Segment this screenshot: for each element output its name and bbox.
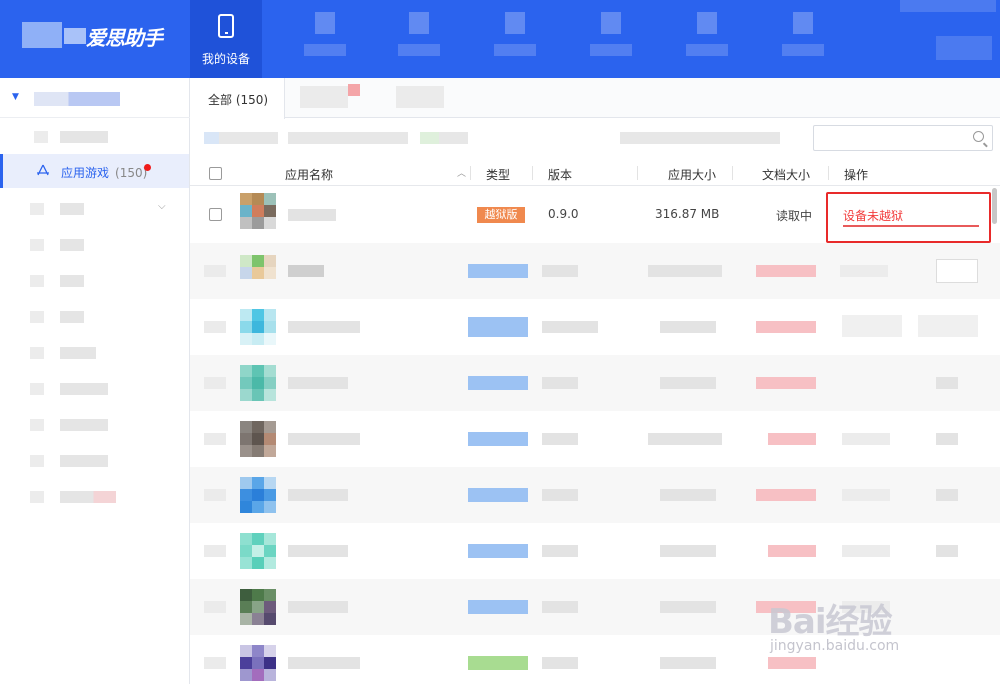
sidebar-item-blurred[interactable] <box>0 264 189 298</box>
column-version[interactable]: 版本 <box>548 166 572 183</box>
app-icon <box>240 585 276 629</box>
app-name-blurred <box>288 209 336 221</box>
nav-item-blurred[interactable] <box>398 12 440 60</box>
app-icon <box>240 193 276 237</box>
window-controls[interactable] <box>900 0 996 12</box>
app-logo: 爱思助手 <box>22 14 172 54</box>
sidebar-item-blurred[interactable] <box>0 408 189 442</box>
toolbar-button-blurred[interactable] <box>288 132 408 144</box>
app-icon <box>240 249 276 293</box>
notification-dot <box>144 164 151 171</box>
sidebar-item-blurred[interactable] <box>0 444 189 478</box>
device-name-blurred <box>34 92 120 106</box>
nav-item-blurred[interactable] <box>590 12 632 60</box>
toolbar <box>190 118 1000 160</box>
nav-item-blurred[interactable] <box>686 12 728 60</box>
app-size-cell: 316.87 MB <box>655 207 720 221</box>
sidebar-item-blurred[interactable] <box>0 336 189 370</box>
watermark-url: jingyan.baidu.com <box>770 638 900 654</box>
sidebar-item-blurred[interactable] <box>0 480 189 514</box>
toolbar-info-blurred <box>620 132 780 144</box>
sidebar-item-blurred[interactable] <box>0 228 189 262</box>
nav-item-blurred[interactable] <box>494 12 536 60</box>
app-icon <box>240 417 276 461</box>
logo-text: 爱思助手 <box>86 26 163 50</box>
toolbar-button-blurred[interactable] <box>420 132 468 144</box>
tab-badge <box>348 84 360 96</box>
app-icon <box>240 641 276 684</box>
top-bar: 爱思助手 我的设备 <box>0 0 1000 78</box>
search-icon[interactable] <box>973 131 984 142</box>
doc-size-cell: 读取中 <box>776 209 813 223</box>
sidebar-item-blurred[interactable] <box>0 372 189 406</box>
sidebar: ▼ 应用游戏 (150) ⌵ <box>0 78 190 684</box>
table-row[interactable] <box>190 411 1000 467</box>
top-right-button[interactable] <box>936 36 992 60</box>
watermark: Bai经验 jingyan.baidu.com <box>768 594 968 664</box>
sidebar-item-blurred[interactable] <box>0 120 189 154</box>
app-icon <box>240 529 276 573</box>
search-input[interactable] <box>813 125 993 151</box>
sort-up-icon[interactable]: ︿ <box>457 166 466 179</box>
scrollbar-thumb[interactable] <box>992 188 997 224</box>
tab-bar: 全部 (150) <box>190 78 1000 119</box>
highlight-underline <box>843 225 979 227</box>
sidebar-item-count: (150) <box>115 166 148 180</box>
app-icon <box>240 473 276 517</box>
table-row[interactable] <box>190 523 1000 579</box>
toolbar-button-blurred[interactable] <box>204 132 278 144</box>
table-row[interactable] <box>190 243 1000 299</box>
nav-my-device[interactable]: 我的设备 <box>190 0 262 78</box>
sidebar-item-apps-games[interactable]: 应用游戏 (150) <box>0 154 189 188</box>
column-type[interactable]: 类型 <box>486 166 510 183</box>
app-store-icon <box>37 164 49 176</box>
nav-item-blurred[interactable] <box>304 12 346 60</box>
nav-item-blurred[interactable] <box>782 12 824 60</box>
row-checkbox[interactable] <box>209 208 222 221</box>
sidebar-item-label: 应用游戏 (150) <box>61 166 148 180</box>
tab-blurred[interactable] <box>300 86 348 108</box>
sidebar-item-blurred[interactable] <box>0 300 189 334</box>
version-cell: 0.9.0 <box>548 207 579 221</box>
column-action: 操作 <box>844 168 869 182</box>
table-row[interactable] <box>190 299 1000 355</box>
app-icon <box>240 305 276 349</box>
column-app-size[interactable]: 应用大小 <box>668 166 716 183</box>
column-doc-size[interactable]: 文档大小 <box>762 166 810 183</box>
table-header: 应用名称 ︿ 类型 版本 应用大小 文档大小 操作 <box>190 160 1000 186</box>
tab-blurred[interactable] <box>396 86 444 108</box>
type-tag: 越狱版 <box>477 207 525 223</box>
column-app-name[interactable]: 应用名称 <box>285 166 333 183</box>
tab-all[interactable]: 全部 (150) <box>190 78 285 119</box>
phone-icon <box>218 14 234 38</box>
collapse-triangle-icon[interactable]: ▼ <box>12 92 19 102</box>
select-all-checkbox[interactable] <box>209 167 222 180</box>
app-icon <box>240 361 276 405</box>
device-header[interactable]: ▼ <box>0 78 190 118</box>
watermark-text: Bai经验 <box>768 602 893 642</box>
nav-my-device-label: 我的设备 <box>201 52 250 66</box>
table-row[interactable] <box>190 467 1000 523</box>
sidebar-item-blurred[interactable] <box>0 192 189 226</box>
table-row[interactable] <box>190 355 1000 411</box>
highlight-box <box>826 192 991 243</box>
